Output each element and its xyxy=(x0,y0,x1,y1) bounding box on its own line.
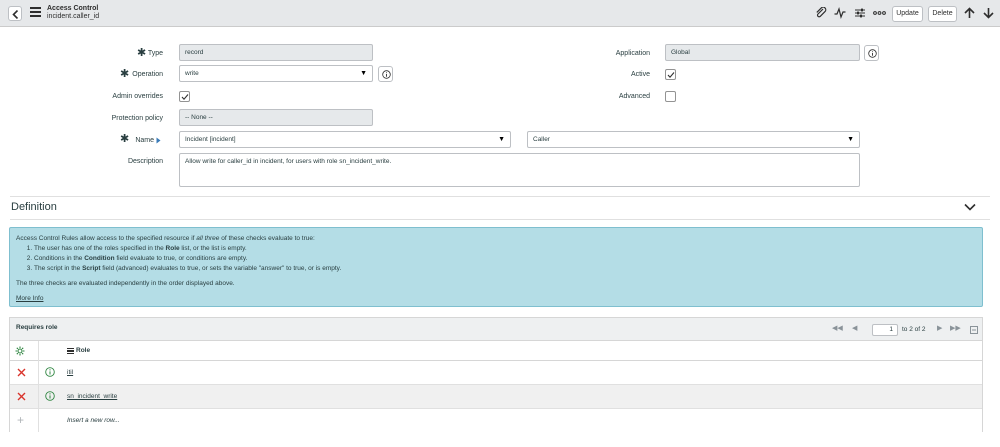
column-divider xyxy=(38,385,39,409)
application-label: Application xyxy=(615,50,650,57)
protection-policy-select[interactable]: -- None -- xyxy=(179,109,373,126)
previous-page-icon[interactable]: ◀ xyxy=(852,324,857,332)
description-textarea[interactable]: Allow write for caller_id in incident, f… xyxy=(179,153,860,187)
update-button[interactable]: Update xyxy=(892,6,923,22)
related-list-title: Requires role xyxy=(16,324,58,331)
section-divider xyxy=(10,219,990,220)
info-intro: Access Control Rules allow access to the… xyxy=(16,235,315,242)
protection-policy-label: Protection policy xyxy=(111,115,163,122)
admin-overrides-label: Admin overrides xyxy=(112,93,163,100)
operation-label: Operation xyxy=(132,71,163,78)
gear-icon[interactable] xyxy=(15,346,25,356)
collapse-icon[interactable] xyxy=(970,326,978,334)
form-subtitle: incident.caller_id xyxy=(47,13,100,20)
chevron-down-icon[interactable] xyxy=(964,203,976,211)
application-info-button[interactable] xyxy=(864,45,879,61)
related-list-header: Requires role ◀◀ ◀ 1 to 2 of 2 ▶ ▶▶ xyxy=(10,318,982,341)
delete-button[interactable]: Delete xyxy=(928,6,957,22)
form-header: Access Control incident.caller_id Update… xyxy=(0,0,1000,27)
plus-icon[interactable]: + xyxy=(17,413,24,427)
active-label: Active xyxy=(630,71,650,78)
operation-value: write xyxy=(185,70,199,77)
back-icon xyxy=(12,10,19,19)
name-label: Name xyxy=(135,137,154,144)
admin-overrides-checkbox[interactable] xyxy=(179,91,190,102)
info-icon[interactable] xyxy=(45,367,55,377)
advanced-checkbox[interactable] xyxy=(665,91,676,102)
table-row: sn_incident_write xyxy=(10,385,982,409)
form-title: Access Control xyxy=(47,5,99,12)
application-field[interactable]: Global xyxy=(665,44,860,61)
menu-icon[interactable] xyxy=(30,7,41,17)
section-divider xyxy=(10,196,990,197)
advanced-label: Advanced xyxy=(618,93,650,100)
last-page-icon[interactable]: ▶▶ xyxy=(950,324,961,332)
dropdown-caret-icon: ▼ xyxy=(360,70,367,77)
info-list: The user has one of the roles specified … xyxy=(16,244,976,274)
description-label: Description xyxy=(127,158,163,165)
role-link[interactable]: sn_incident_write xyxy=(67,393,117,400)
column-header-row: Role xyxy=(10,341,982,361)
active-checkbox[interactable] xyxy=(665,69,676,80)
role-column-header[interactable]: Role xyxy=(76,347,90,354)
more-icon[interactable] xyxy=(873,7,886,19)
column-divider xyxy=(38,409,39,432)
checkmark-icon xyxy=(667,72,675,79)
dropdown-caret-icon: ▼ xyxy=(498,136,505,143)
column-divider xyxy=(38,341,39,361)
column-menu-icon[interactable] xyxy=(67,348,74,355)
info-icon xyxy=(382,70,391,79)
info-list-item: Conditions in the Condition field evalua… xyxy=(34,254,976,264)
name-field-select[interactable]: Caller ▼ xyxy=(527,131,860,148)
operation-info-button[interactable] xyxy=(378,66,393,82)
reference-arrow-icon[interactable] xyxy=(156,137,161,144)
insert-new-row-link[interactable]: Insert a new row... xyxy=(67,417,120,424)
name-table-select[interactable]: Incident [incident] ▼ xyxy=(179,131,511,148)
name-table-value: Incident [incident] xyxy=(185,136,236,143)
dropdown-caret-icon: ▼ xyxy=(847,136,854,143)
required-icon: ✱ xyxy=(120,133,130,145)
page-count: to 2 of 2 xyxy=(902,326,926,333)
definition-title: Definition xyxy=(11,201,57,213)
delete-icon[interactable] xyxy=(17,392,26,401)
type-label: Type xyxy=(147,50,163,57)
settings-sliders-icon[interactable] xyxy=(854,7,866,19)
checkmark-icon xyxy=(181,94,189,101)
attachment-icon[interactable] xyxy=(815,7,827,19)
table-row: itil xyxy=(10,361,982,385)
type-field[interactable]: record xyxy=(179,44,373,61)
arrow-down-icon[interactable] xyxy=(983,7,994,19)
delete-icon[interactable] xyxy=(17,368,26,377)
insert-row[interactable]: + Insert a new row... xyxy=(10,409,982,433)
info-note: The three checks are evaluated independe… xyxy=(16,280,235,287)
operation-select[interactable]: write ▼ xyxy=(179,65,373,82)
next-page-icon[interactable]: ▶ xyxy=(937,324,942,332)
info-icon[interactable] xyxy=(45,391,55,401)
requires-role-list: Requires role ◀◀ ◀ 1 to 2 of 2 ▶ ▶▶ Role… xyxy=(9,317,983,433)
activity-icon[interactable] xyxy=(834,7,846,19)
role-link[interactable]: itil xyxy=(67,369,73,376)
info-list-item: The user has one of the roles specified … xyxy=(34,244,976,254)
arrow-up-icon[interactable] xyxy=(964,7,975,19)
back-button[interactable] xyxy=(8,6,22,21)
definition-info-box: Access Control Rules allow access to the… xyxy=(9,227,983,307)
name-field-value: Caller xyxy=(533,136,550,143)
more-info-link[interactable]: More Info xyxy=(16,294,976,304)
first-page-icon[interactable]: ◀◀ xyxy=(832,324,843,332)
column-divider xyxy=(38,361,39,385)
info-icon xyxy=(868,49,877,58)
info-list-item: The script in the Script field (advanced… xyxy=(34,264,976,274)
page-input[interactable]: 1 xyxy=(872,324,898,336)
